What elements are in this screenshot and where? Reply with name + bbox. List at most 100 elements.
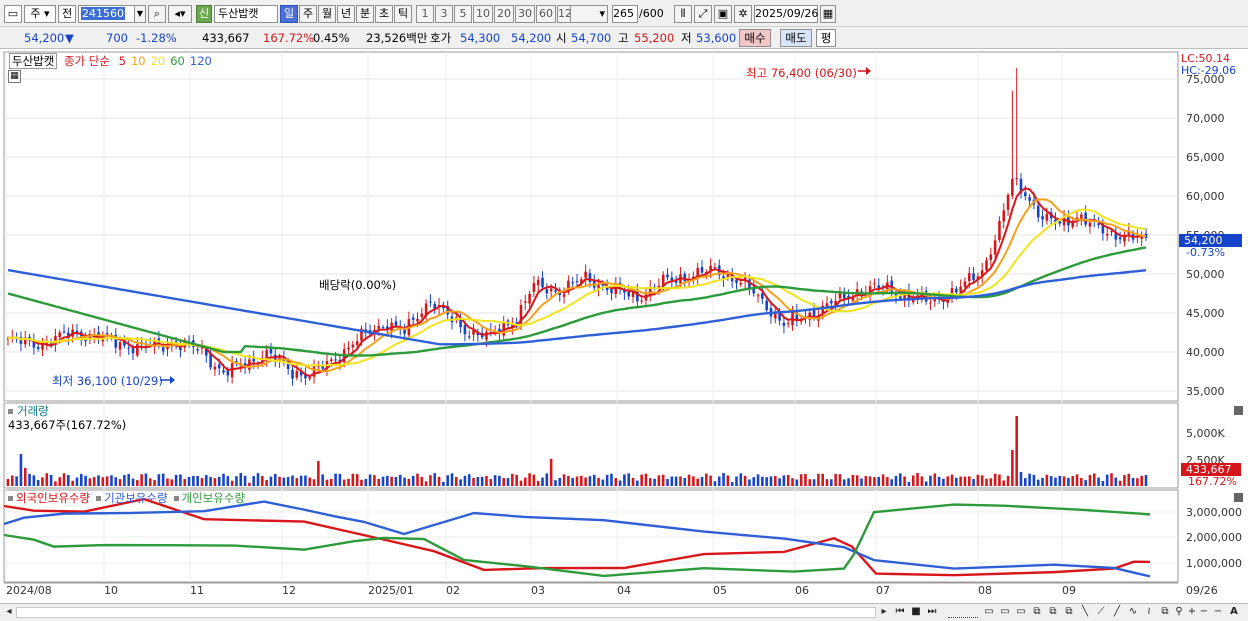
window-icon[interactable]: ▭ <box>982 605 996 620</box>
interval-tab[interactable]: 30 <box>515 5 535 23</box>
zoom-out-icon[interactable]: − <box>1198 605 1210 620</box>
window-menu-icon[interactable]: ▭ <box>4 5 22 23</box>
holdings-y-tick: 2,000,000 <box>1186 531 1242 544</box>
draw-line-icon[interactable]: ╲ <box>1078 605 1092 620</box>
calendar-icon[interactable]: ▦ <box>820 5 836 23</box>
interval-tab[interactable]: 1 <box>416 5 434 23</box>
gear-icon[interactable]: ✲ <box>734 5 752 23</box>
ma-legend-item[interactable]: 10 <box>131 54 146 68</box>
panel-handle-icon[interactable] <box>8 409 13 414</box>
candle-body <box>773 313 777 319</box>
stock-name-field[interactable]: 두산밥캣 <box>214 5 278 23</box>
volume-bar <box>11 475 14 486</box>
interval-tab[interactable]: 10 <box>473 5 493 23</box>
volume-bar <box>222 473 225 486</box>
volume-bar <box>1131 477 1135 486</box>
period-tab[interactable]: 월 <box>318 5 336 23</box>
copy-icon[interactable]: ⧉ <box>1158 605 1172 620</box>
window-icon[interactable]: ▭ <box>1014 605 1028 620</box>
volume-bar <box>269 476 273 486</box>
date-input[interactable]: 2025/09/26 <box>754 5 818 23</box>
panel-handle-icon[interactable] <box>96 496 102 501</box>
stop-icon[interactable]: ■ <box>909 605 923 620</box>
zoom-track[interactable] <box>948 608 978 618</box>
layout-icon[interactable]: ⧉ <box>1030 605 1044 620</box>
draw-tool-icon[interactable]: ⤢ <box>694 5 712 23</box>
volume-bar <box>868 476 872 486</box>
volume-bar <box>687 474 691 486</box>
save-icon[interactable]: ▣ <box>714 5 732 23</box>
candle-body <box>1084 212 1087 225</box>
period-tab[interactable]: 틱 <box>394 5 412 23</box>
interval-tab[interactable]: 60 <box>536 5 556 23</box>
candle-body <box>959 286 962 292</box>
buy-button[interactable]: 매수 <box>739 29 771 47</box>
zoom-out-icon[interactable]: − <box>1212 605 1224 620</box>
stock-name-tag[interactable]: 두산밥캣 <box>9 53 58 69</box>
panel-handle-icon[interactable] <box>173 496 179 501</box>
x-tick-label: 2024/08 <box>6 584 52 597</box>
volume-bar <box>351 473 355 486</box>
scroll-left-icon[interactable]: ◂ <box>4 605 14 620</box>
volume-bar <box>330 478 333 486</box>
holdings-legend-item[interactable]: 기관보유수량 <box>104 491 167 505</box>
last-page-icon[interactable]: ⏭ <box>925 605 939 620</box>
panel-handle-icon[interactable] <box>8 496 13 501</box>
scrollbar-track[interactable] <box>16 607 876 618</box>
period-tab[interactable]: 분 <box>356 5 374 23</box>
candle-body <box>666 274 669 278</box>
table-toggle-icon[interactable]: ▦ <box>8 70 21 83</box>
candle-body <box>735 279 738 283</box>
interval-tab[interactable]: 20 <box>494 5 514 23</box>
sell-button[interactable]: 매도 <box>780 29 812 47</box>
eval-button[interactable]: 평 <box>816 29 836 47</box>
volume-bar <box>450 473 454 486</box>
ma-legend-item[interactable]: 60 <box>170 54 185 68</box>
period-tab[interactable]: 주 <box>299 5 317 23</box>
candle-body <box>269 348 273 354</box>
auto-scale-icon[interactable]: A <box>1226 605 1242 620</box>
volume-bar <box>355 474 359 486</box>
wave-icon[interactable]: ∿ <box>1126 605 1140 620</box>
period-tab[interactable]: 년 <box>337 5 355 23</box>
candle-type-icon[interactable]: ⫴ <box>674 5 692 23</box>
holdings-legend-item[interactable]: 개인보유수량 <box>182 491 245 505</box>
speaker-icon[interactable]: ◂▾ <box>168 5 192 23</box>
ma-legend-item[interactable]: 5 <box>119 54 126 68</box>
scroll-right-icon[interactable]: ▸ <box>878 605 890 620</box>
close-panel-icon[interactable] <box>1234 493 1243 502</box>
hoga-label: 호가 <box>430 31 452 45</box>
draw-line-icon[interactable]: ╱ <box>1110 605 1124 620</box>
market-select[interactable]: 주 ▾ <box>24 5 56 23</box>
search-icon[interactable]: ⌕ <box>148 5 166 23</box>
close-panel-icon[interactable] <box>1234 406 1243 415</box>
price-chart-svg[interactable]: 2024/08 10 11 12 2025/01 02 03 04 05 06 07 08 09 09/2… <box>0 50 1248 603</box>
link-icon[interactable]: ⚲ <box>1172 605 1186 620</box>
candle-body <box>571 282 574 284</box>
volume-bar <box>1110 473 1113 486</box>
prev-button[interactable]: 전 <box>58 5 76 23</box>
interval-tab[interactable]: 3 <box>435 5 453 23</box>
volume-bar <box>1006 476 1010 486</box>
holdings-legend-item[interactable]: 외국인보유수량 <box>16 491 90 505</box>
count-input[interactable]: 265 <box>612 5 638 23</box>
first-page-icon[interactable]: ⏮ <box>893 605 907 620</box>
interval-custom-select[interactable]: ▾ <box>570 5 608 23</box>
ma-legend-item[interactable]: 20 <box>151 54 166 68</box>
period-tab[interactable]: 초 <box>375 5 393 23</box>
volume-bar <box>946 476 950 486</box>
volume-bar <box>455 477 458 486</box>
chart-area[interactable]: 2024/08 10 11 12 2025/01 02 03 04 05 06 07 08 09 09/2… <box>0 50 1248 603</box>
layout-icon[interactable]: ⧉ <box>1046 605 1060 620</box>
trend-icon[interactable]: ⟋ <box>1094 605 1108 620</box>
code-dropdown-icon[interactable]: ▼ <box>134 5 146 23</box>
zoom-in-icon[interactable]: + <box>1186 605 1198 620</box>
credit-badge[interactable]: 신 <box>196 5 212 23</box>
volume-bar <box>282 477 286 486</box>
wave-icon[interactable]: ≀ <box>1142 605 1156 620</box>
ma-legend-item[interactable]: 120 <box>190 54 212 68</box>
period-tab[interactable]: 일 <box>280 5 298 23</box>
layout-icon[interactable]: ⧉ <box>1062 605 1076 620</box>
window-icon[interactable]: ▭ <box>998 605 1012 620</box>
interval-tab[interactable]: 5 <box>454 5 472 23</box>
